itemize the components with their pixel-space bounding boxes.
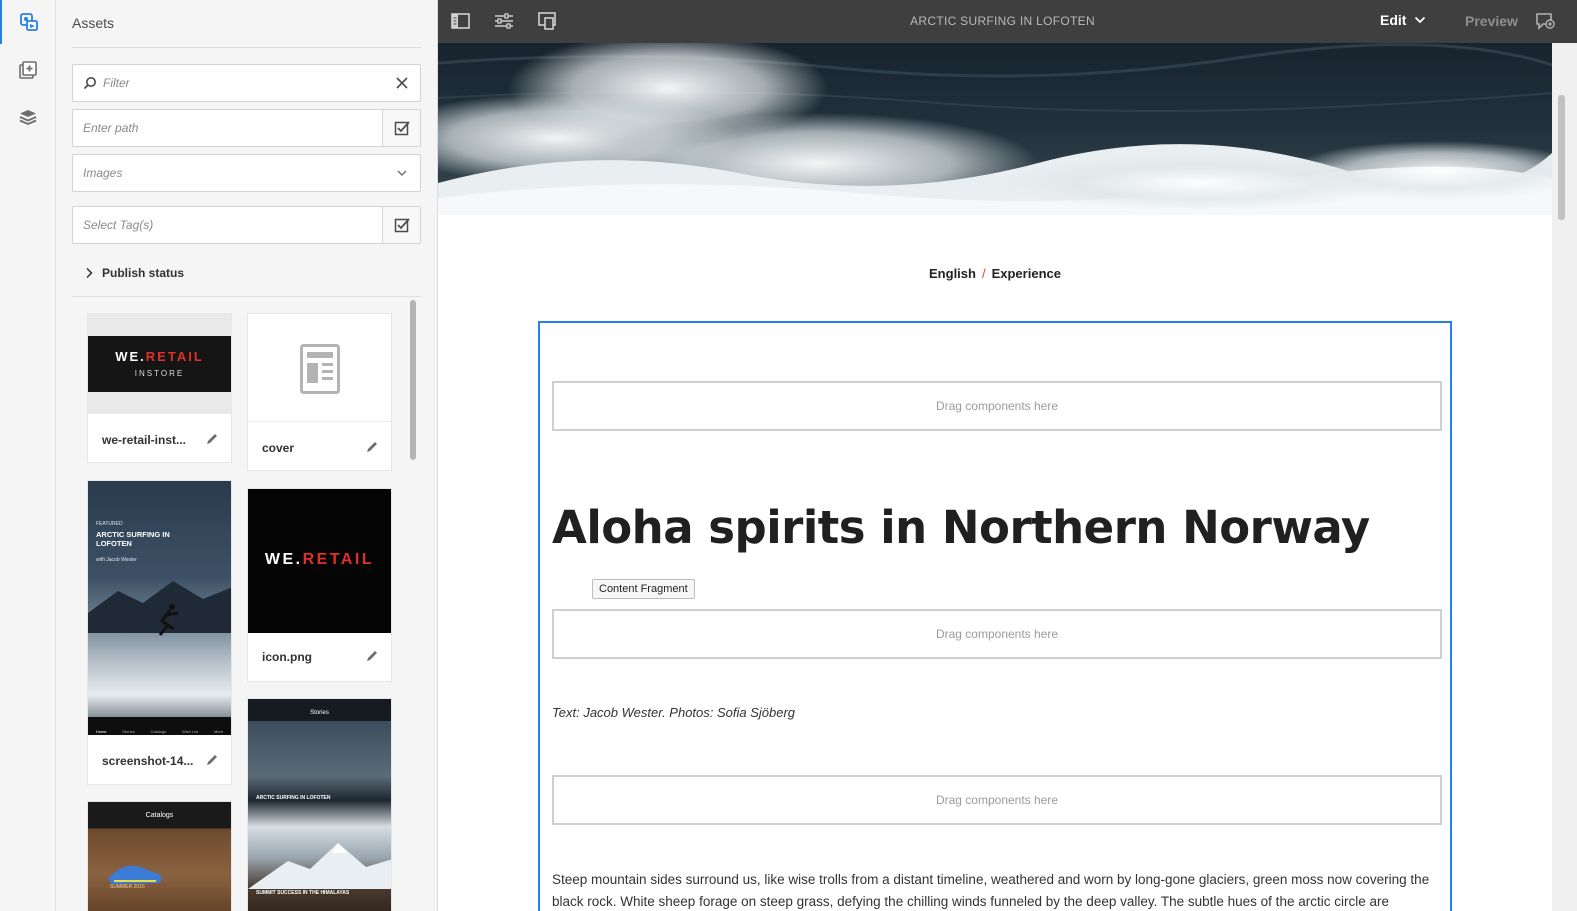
path-field: [72, 109, 421, 147]
page-canvas: English / Experience Drag components here …: [438, 43, 1552, 911]
asset-thumbnail: Stories ARCTIC SURFING IN LOFOTEN SUMMIT…: [248, 699, 391, 911]
breadcrumb-item-experience[interactable]: Experience: [992, 266, 1061, 281]
asset-card[interactable]: FEATURED ARCTIC SURFING IN LOFOTEN with …: [87, 480, 232, 785]
publish-status-label: Publish status: [102, 266, 185, 280]
checkbox-select-icon: [394, 218, 410, 233]
edit-pencil-icon[interactable]: [205, 753, 219, 767]
asset-thumbnail: [248, 314, 391, 422]
editor-toolbar: ARCTIC SURFING IN LOFOTEN Edit Preview: [438, 0, 1577, 43]
filter-input[interactable]: [73, 65, 373, 101]
asset-grid: WE.RETAIL INSTORE we-retail-inst... cove…: [72, 296, 421, 911]
tags-input[interactable]: [73, 207, 343, 243]
thumb-title: ARCTIC SURFING IN LOFOTEN: [96, 530, 170, 548]
shoe-graphic: [108, 865, 162, 884]
asset-card[interactable]: Catalogs SUMMER 2016: [87, 801, 232, 911]
asset-thumbnail: FEATURED ARCTIC SURFING IN LOFOTEN with …: [88, 481, 231, 735]
content-tree-icon: [19, 110, 37, 125]
asset-type-select[interactable]: Images: [72, 154, 421, 192]
mode-selector[interactable]: Edit: [1380, 12, 1426, 28]
thumb-brand-accent: RETAIL: [302, 551, 375, 568]
thumb-byline: with Jacob Wester: [96, 557, 137, 563]
path-picker-button[interactable]: [382, 110, 420, 146]
rail-components-button[interactable]: [0, 48, 56, 92]
document-icon: [300, 344, 340, 394]
chevron-down-icon: [1415, 16, 1426, 24]
thumb-brand: WE.: [115, 349, 146, 364]
drop-zone[interactable]: Drag components here: [552, 381, 1442, 431]
edit-pencil-icon[interactable]: [365, 440, 379, 454]
preview-button[interactable]: Preview: [1465, 13, 1518, 29]
breadcrumb-item-english[interactable]: English: [929, 266, 976, 281]
breadcrumb-separator: /: [981, 266, 986, 281]
thumb-subtitle: INSTORE: [134, 369, 185, 378]
assets-panel: Assets Images Publish: [56, 0, 438, 911]
tag-picker-button[interactable]: [382, 207, 420, 243]
thumb-tab: Catalogs: [150, 729, 167, 734]
asset-name: cover: [262, 441, 295, 455]
thumb-kicker: FEATURED: [96, 521, 123, 527]
edit-pencil-icon[interactable]: [205, 432, 219, 446]
asset-name: we-retail-inst...: [102, 433, 187, 447]
rail-content-tree-button[interactable]: [0, 95, 56, 139]
divider: [72, 47, 421, 48]
search-icon: [83, 77, 96, 90]
tags-field: [72, 206, 421, 244]
thumb-caption: SUMMIT SUCCESS IN THE HIMALAYAS: [256, 890, 350, 896]
asset-card[interactable]: WE.RETAIL INSTORE we-retail-inst...: [87, 313, 232, 463]
article-body[interactable]: Steep mountain sides surround us, like w…: [552, 869, 1442, 911]
checkbox-select-icon: [394, 121, 410, 136]
mountain-graphic: [248, 843, 391, 889]
asset-thumbnail: WE.RETAIL INSTORE: [88, 314, 231, 414]
asset-grid-scrollbar[interactable]: [410, 300, 416, 460]
asset-card[interactable]: cover: [247, 313, 392, 471]
asset-name: icon.png: [262, 650, 312, 664]
asset-card[interactable]: WE.RETAIL icon.png: [247, 488, 392, 682]
thumb-tab: More: [213, 729, 224, 734]
thumb-tab: Home: [95, 729, 107, 734]
surfer-graphic: [158, 604, 179, 636]
publish-status-toggle[interactable]: Publish status: [84, 266, 184, 280]
clear-filter-button[interactable]: [394, 75, 410, 91]
drop-zone[interactable]: Drag components here: [552, 609, 1442, 659]
edit-pencil-icon[interactable]: [365, 649, 379, 663]
asset-card[interactable]: Stories ARCTIC SURFING IN LOFOTEN SUMMIT…: [247, 698, 392, 911]
rail-assets-button[interactable]: [0, 0, 56, 44]
ocean-wave-graphic: [438, 43, 1552, 215]
thumb-header: Catalogs: [145, 812, 174, 819]
thumb-tab: Wish List: [181, 729, 199, 734]
thumb-tab: Stories: [122, 729, 135, 734]
path-input[interactable]: [73, 110, 343, 146]
filter-field: [72, 64, 421, 102]
mode-label: Edit: [1380, 12, 1407, 28]
canvas-scrollbar[interactable]: [1552, 43, 1577, 911]
canvas-scrollbar-thumb[interactable]: [1558, 95, 1565, 220]
asset-type-value: Images: [83, 166, 123, 180]
article-headline[interactable]: Aloha spirits in Northern Norway: [552, 501, 1370, 554]
panel-title: Assets: [72, 15, 115, 31]
chevron-down-icon: [397, 170, 407, 176]
asset-thumbnail: Catalogs SUMMER 2016: [88, 802, 231, 911]
drop-zone[interactable]: Drag components here: [552, 775, 1442, 825]
asset-thumbnail: WE.RETAIL: [248, 489, 391, 633]
chevron-right-icon: [86, 267, 93, 279]
thumb-header: Stories: [310, 710, 329, 716]
close-icon: [396, 77, 408, 89]
thumb-brand-accent: RETAIL: [145, 349, 204, 364]
article-byline[interactable]: Text: Jacob Wester. Photos: Sofia Sjöber…: [552, 705, 795, 720]
thumb-brand: WE.: [264, 551, 303, 568]
thumb-footer: SUMMER 2016: [110, 884, 145, 890]
asset-name: screenshot-14...: [102, 754, 194, 768]
content-fragment-badge: Content Fragment: [592, 579, 695, 599]
annotate-icon[interactable]: [1534, 11, 1556, 31]
left-rail: [0, 0, 56, 911]
editor-app: Assets Images Publish: [0, 0, 1577, 911]
breadcrumb: English / Experience: [438, 266, 1552, 281]
selected-layout-container[interactable]: Drag components here Aloha spirits in No…: [538, 321, 1452, 911]
hero-image[interactable]: [438, 43, 1552, 215]
assets-icon: [20, 13, 38, 31]
components-icon: [19, 61, 37, 79]
thumb-caption: ARCTIC SURFING IN LOFOTEN: [256, 795, 331, 801]
